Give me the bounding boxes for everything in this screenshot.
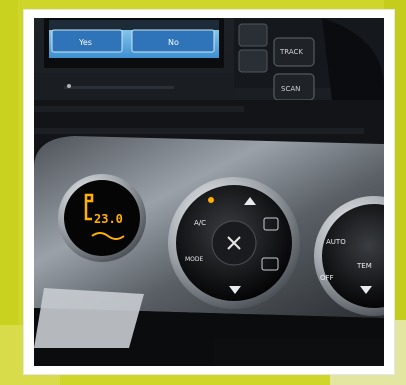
mode-label: MODE [185, 256, 204, 263]
scan-label: SCAN [281, 85, 300, 93]
climate-display-value: 23.0 [94, 212, 123, 226]
auto-label: AUTO [326, 238, 346, 246]
silver-trim-left [34, 288, 144, 348]
radio-button-1[interactable] [238, 23, 268, 47]
temp-label: TEM [356, 262, 372, 270]
screen-no-label: No [168, 38, 179, 47]
radio-button-2[interactable] [238, 49, 268, 73]
car-dashboard-photo: Yes No TRACK SCAN 23.0 A/C MODE AUTO OFF… [34, 18, 384, 366]
photo-frame: Yes No TRACK SCAN 23.0 A/C MODE AUTO OFF… [24, 10, 394, 374]
off-label: OFF [320, 274, 334, 282]
temperature-display-knob: 23.0 [58, 174, 146, 262]
ac-control-knob[interactable]: A/C MODE [168, 177, 300, 309]
screen-yes-label: Yes [78, 38, 92, 47]
infotainment-screen: Yes No [44, 18, 224, 68]
dash-strip [34, 73, 234, 98]
track-label: TRACK [279, 48, 303, 56]
ac-label: A/C [194, 219, 206, 227]
ac-indicator-light [208, 197, 214, 203]
